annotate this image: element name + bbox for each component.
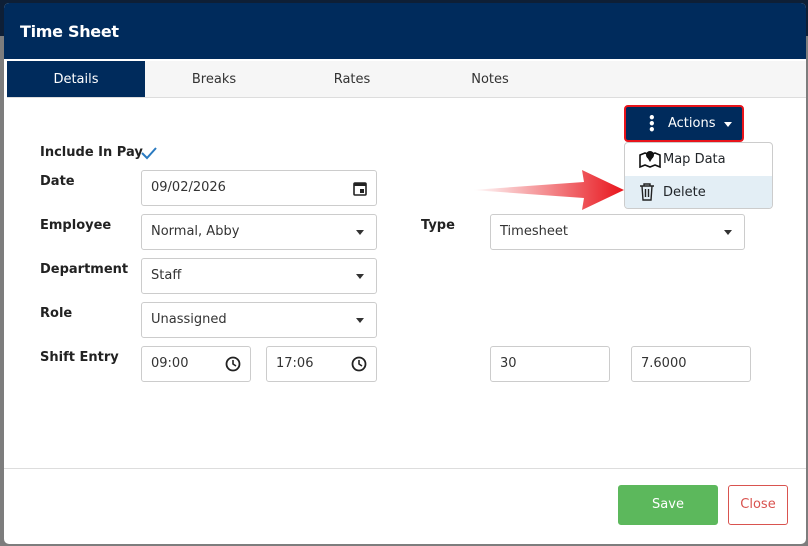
tab-details[interactable]: Details xyxy=(7,61,145,97)
chevron-down-icon xyxy=(356,318,364,323)
shift-entry-label: Shift Entry xyxy=(40,350,119,365)
tab-rates[interactable]: Rates xyxy=(283,61,421,97)
department-label: Department xyxy=(40,262,129,277)
role-select[interactable]: Unassigned xyxy=(141,302,377,338)
employee-select[interactable]: Normal, Abby xyxy=(141,214,377,250)
employee-label: Employee xyxy=(40,218,112,233)
more-vertical-icon: • • • xyxy=(648,111,656,137)
include-in-pay-checkbox[interactable] xyxy=(141,146,157,160)
department-value: Staff xyxy=(151,268,182,283)
date-label: Date xyxy=(40,174,75,189)
save-button[interactable]: Save xyxy=(618,485,718,525)
chevron-down-icon xyxy=(724,230,732,235)
type-label: Type xyxy=(421,218,455,233)
type-select[interactable]: Timesheet xyxy=(490,214,745,250)
annotation-arrow xyxy=(472,170,624,210)
tab-bar: Details Breaks Rates Notes xyxy=(7,61,806,98)
role-label: Role xyxy=(40,306,73,321)
date-input[interactable]: 09/02/2026 xyxy=(141,170,377,206)
trash-icon xyxy=(640,183,654,201)
type-value: Timesheet xyxy=(500,224,568,239)
close-button[interactable]: Close xyxy=(728,485,788,525)
break-minutes-input[interactable]: 30 xyxy=(490,346,610,382)
map-icon xyxy=(639,151,661,168)
employee-value: Normal, Abby xyxy=(151,224,240,239)
shift-start-input[interactable]: 09:00 xyxy=(141,346,251,382)
hours-input[interactable]: 7.6000 xyxy=(631,346,751,382)
modal-title: Time Sheet xyxy=(4,3,806,59)
role-value: Unassigned xyxy=(151,312,227,327)
menu-item-delete[interactable]: Delete xyxy=(625,176,772,208)
chevron-down-icon xyxy=(724,122,732,127)
menu-item-label: Map Data xyxy=(663,152,726,167)
department-select[interactable]: Staff xyxy=(141,258,377,294)
modal-footer xyxy=(4,468,806,469)
menu-item-label: Delete xyxy=(663,185,706,200)
date-value: 09/02/2026 xyxy=(151,180,226,195)
actions-menu: Map Data Delete xyxy=(624,142,773,209)
calendar-icon[interactable] xyxy=(353,181,367,196)
shift-end-value: 17:06 xyxy=(276,356,314,371)
actions-label: Actions xyxy=(668,116,716,131)
chevron-down-icon xyxy=(356,274,364,279)
shift-end-input[interactable]: 17:06 xyxy=(266,346,377,382)
menu-item-map-data[interactable]: Map Data xyxy=(625,143,772,176)
clock-icon[interactable] xyxy=(351,356,367,372)
chevron-down-icon xyxy=(356,230,364,235)
time-sheet-modal: Time Sheet Details Breaks Rates Notes In… xyxy=(4,3,806,544)
clock-icon[interactable] xyxy=(225,356,241,372)
shift-start-value: 09:00 xyxy=(151,356,189,371)
actions-button[interactable]: • • • Actions xyxy=(624,105,744,142)
include-in-pay-label: Include In Pay xyxy=(40,145,143,160)
tab-breaks[interactable]: Breaks xyxy=(145,61,283,97)
tab-notes[interactable]: Notes xyxy=(421,61,559,97)
